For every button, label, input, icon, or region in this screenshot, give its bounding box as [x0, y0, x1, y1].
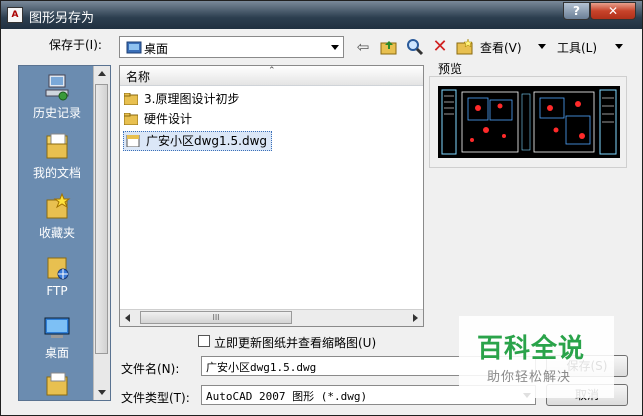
place-my-documents[interactable]: 我的文档 [19, 132, 95, 181]
place-more[interactable] [19, 369, 95, 401]
new-folder-icon[interactable] [455, 37, 475, 57]
list-item[interactable]: 3.原理图设计初步 [124, 89, 239, 109]
scroll-right-icon[interactable] [413, 314, 418, 322]
folder-icon [124, 112, 138, 125]
view-menu-button[interactable]: 查看(V) [480, 39, 522, 56]
back-arrow-icon[interactable]: ⇦ [353, 37, 373, 57]
places-scroll-thumb[interactable] [95, 84, 108, 354]
places-bar: 历史记录 我的文档 收藏夹 FTP 桌面 [18, 65, 111, 401]
watermark-subtitle: 助你轻松解决 [487, 370, 572, 385]
window-title: 图形另存为 [29, 11, 95, 26]
place-history[interactable]: 历史记录 [19, 72, 95, 121]
file-list-hscrollbar[interactable]: III [120, 309, 423, 326]
scroll-up-icon[interactable] [98, 71, 106, 76]
scroll-left-icon[interactable] [125, 314, 130, 322]
tools-dropdown-icon[interactable] [615, 44, 623, 49]
close-button[interactable]: ✕ [590, 2, 636, 20]
chevron-down-icon [331, 45, 339, 50]
preview-label: 预览 [438, 62, 463, 76]
filetype-value: AutoCAD 2007 图形 (*.dwg) [206, 390, 368, 403]
favorites-icon [46, 192, 71, 219]
filename-label: 文件名(N): [121, 362, 180, 376]
place-label: 收藏夹 [38, 226, 75, 240]
watermark-title: 百科全说 [477, 334, 586, 364]
place-label: 历史记录 [32, 106, 81, 120]
place-label: FTP [46, 284, 68, 298]
folder-icon [46, 372, 68, 396]
autocad-app-icon: A [7, 7, 23, 23]
ftp-icon [47, 257, 69, 280]
save-in-combo[interactable]: 桌面 [119, 36, 344, 58]
view-dropdown-icon[interactable] [538, 44, 546, 49]
column-name-label: 名称 [126, 70, 151, 84]
place-ftp[interactable]: FTP [19, 252, 95, 298]
drawing-thumbnail [438, 86, 620, 158]
filename-value: 广安小区dwg1.5.dwg [206, 361, 317, 374]
list-item[interactable]: 硬件设计 [124, 109, 192, 129]
places-scrollbar[interactable] [93, 66, 110, 400]
preview-panel [429, 76, 627, 168]
watermark: 百科全说 助你轻松解决 [459, 316, 614, 398]
save-in-value: 桌面 [144, 42, 169, 56]
save-as-dialog: A 图形另存为 ? ✕ 保存于(I): 桌面 ⇦ ✕ 查看(V) 工具(L) 历… [0, 0, 643, 416]
list-item-selected[interactable]: 广安小区dwg1.5.dwg [123, 131, 272, 151]
update-thumbnail-label: 立即更新图纸并查看缩略图(U) [214, 336, 377, 350]
desktop-icon [44, 317, 70, 338]
filetype-label: 文件类型(T): [121, 391, 190, 405]
help-button[interactable]: ? [563, 2, 590, 20]
place-desktop[interactable]: 桌面 [19, 312, 95, 361]
column-header-name[interactable]: 名称 ⌃ [120, 66, 423, 86]
place-label: 桌面 [44, 346, 69, 360]
place-label: 我的文档 [32, 166, 81, 180]
file-list: 名称 ⌃ 3.原理图设计初步 硬件设计 广安小区dwg1.5.dwg III [119, 65, 424, 327]
scroll-down-icon[interactable] [98, 390, 106, 395]
save-in-label: 保存于(I): [49, 38, 102, 52]
search-web-icon[interactable] [405, 37, 425, 57]
history-icon [45, 74, 69, 101]
my-documents-icon [46, 133, 68, 159]
tools-menu-button[interactable]: 工具(L) [557, 39, 597, 56]
folder-icon [124, 92, 138, 105]
dwg-file-icon [126, 134, 140, 147]
delete-icon[interactable]: ✕ [430, 37, 450, 57]
update-thumbnail-checkbox[interactable] [198, 335, 210, 347]
up-folder-icon[interactable] [379, 37, 399, 57]
title-bar[interactable]: A 图形另存为 ? ✕ [1, 1, 642, 29]
desktop-folder-icon [126, 41, 142, 54]
place-favorites[interactable]: 收藏夹 [19, 192, 95, 241]
sort-ascending-icon: ⌃ [268, 66, 276, 76]
hscroll-thumb[interactable]: III [140, 311, 292, 324]
